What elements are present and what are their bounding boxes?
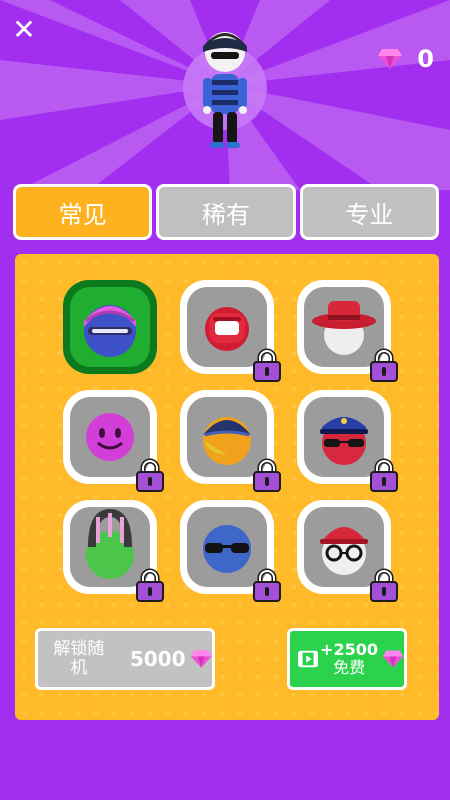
skin-item-yellow-cap[interactable] [180,390,281,492]
skin-item-green-headphones[interactable] [63,500,164,602]
lock-icon [370,348,398,382]
unlock-random-label: 解锁随机 [53,639,105,678]
close-button[interactable]: ✕ [10,16,38,44]
skin-item-police-cap-sunglasses[interactable] [297,390,398,492]
free-gems-video-button[interactable]: +2500 免费 [287,628,407,690]
skin-item-red-cap-glasses[interactable] [297,500,398,602]
free-gems-text: +2500 免费 [320,641,378,677]
character-preview [203,32,247,148]
pink-diamond-icon [382,650,404,668]
pink-diamond-icon [190,650,212,668]
pink-diamond-icon [378,49,403,69]
unlock-random-button[interactable]: 解锁随机 5000 [35,628,215,690]
unlock-random-price: 5000 [129,647,186,671]
skin-item-pink-smiley[interactable] [63,390,164,492]
video-ad-icon [298,650,319,668]
free-gems-label: 免费 [333,658,366,677]
gem-counter: 0 [377,44,434,74]
lock-icon [370,458,398,492]
skin-item-red-helmet[interactable] [180,280,281,382]
gem-count: 0 [417,45,434,73]
skin-item-purple-beanie-mask[interactable] [63,280,157,374]
rarity-tabs: 常见 稀有 专业 [13,184,439,240]
lock-icon [253,348,281,382]
tab-common[interactable]: 常见 [13,184,153,240]
lock-icon [253,568,281,602]
skin-item-red-fedora[interactable] [297,280,398,382]
tab-pro[interactable]: 专业 [299,184,439,240]
free-gems-amount: +2500 [320,640,379,659]
tab-rare[interactable]: 稀有 [156,184,296,240]
skin-item-blue-sunglasses[interactable] [180,500,281,602]
skin-panel: 解锁随机 5000 +2500 免费 [15,254,439,720]
purple-beanie-mask-icon [84,305,136,357]
lock-icon [136,458,164,492]
lock-icon [136,568,164,602]
lock-icon [370,568,398,602]
lock-icon [253,458,281,492]
